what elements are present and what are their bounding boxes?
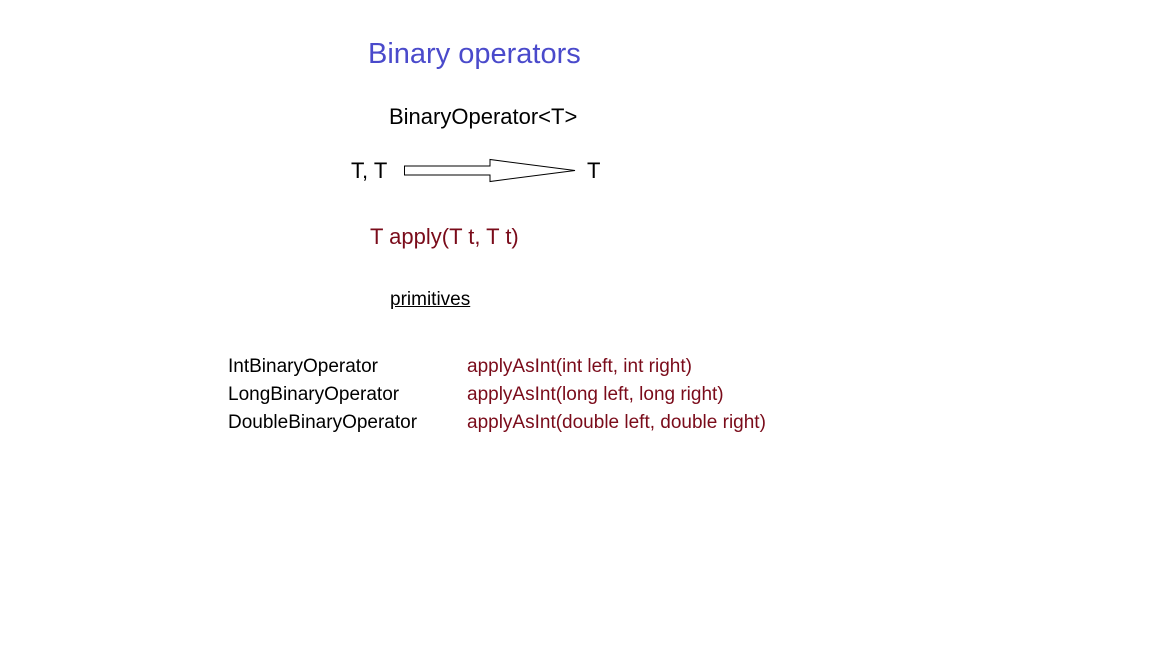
primitive-interface-name: IntBinaryOperator bbox=[228, 356, 378, 377]
primitive-method-signature: applyAsInt(int left, int right) bbox=[467, 356, 692, 377]
primitive-interface-name: LongBinaryOperator bbox=[228, 384, 400, 405]
method-signature: T apply(T t, T t) bbox=[370, 224, 519, 249]
slide: Binary operators BinaryOperator<T> T, T … bbox=[0, 0, 1152, 648]
output-type-label: T bbox=[587, 158, 601, 183]
primitive-row-int: IntBinaryOperator applyAsInt(int left, i… bbox=[228, 353, 766, 381]
primitives-table: IntBinaryOperator applyAsInt(int left, i… bbox=[228, 353, 766, 437]
primitives-heading: primitives bbox=[390, 289, 471, 310]
primitive-method-signature: applyAsInt(double left, double right) bbox=[467, 412, 766, 433]
right-arrow-icon bbox=[404, 158, 576, 183]
primitive-interface-name: DoubleBinaryOperator bbox=[228, 412, 418, 433]
primitive-method-signature: applyAsInt(long left, long right) bbox=[467, 384, 724, 405]
primitive-row-long: LongBinaryOperator applyAsInt(long left,… bbox=[228, 381, 766, 409]
primitive-row-double: DoubleBinaryOperator applyAsInt(double l… bbox=[228, 409, 766, 437]
interface-name: BinaryOperator<T> bbox=[389, 104, 578, 129]
slide-title: Binary operators bbox=[368, 38, 581, 70]
input-types-label: T, T bbox=[351, 158, 388, 183]
